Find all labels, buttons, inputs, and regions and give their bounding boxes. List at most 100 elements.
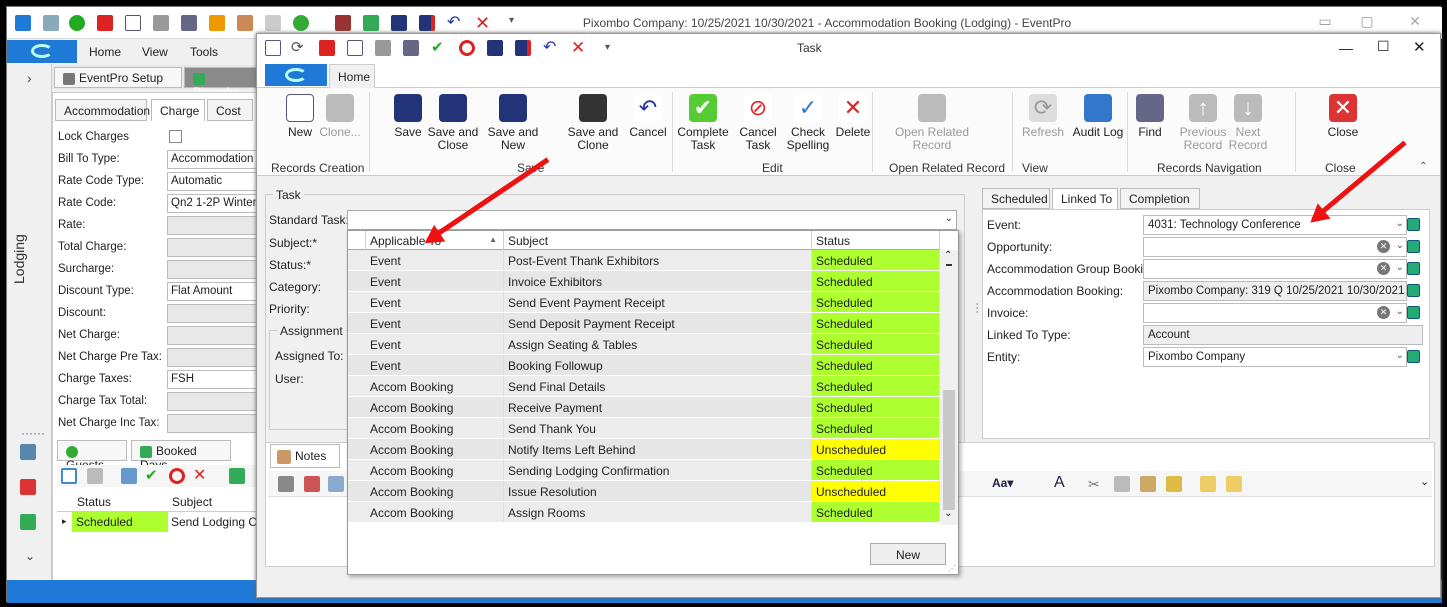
delete-x-icon[interactable]: ✕ — [571, 39, 587, 56]
font-color-icon[interactable]: A — [1054, 474, 1065, 492]
copy-icon[interactable] — [153, 15, 169, 31]
tab-notes[interactable]: Notes — [270, 444, 340, 468]
collapse-ribbon-icon[interactable]: ⌃ — [1419, 161, 1427, 172]
charge-field-value[interactable] — [167, 304, 267, 323]
column-status[interactable]: Status — [812, 231, 940, 250]
binoculars-icon[interactable] — [181, 15, 197, 31]
guest-grid-row[interactable]: ▸ Scheduled Send Lodging Con — [57, 512, 270, 532]
resize-grip-icon[interactable]: ⋰ — [948, 564, 956, 573]
edit-icon[interactable] — [121, 468, 137, 484]
charge-field-value[interactable] — [167, 216, 267, 235]
open-link-icon[interactable] — [1407, 284, 1420, 297]
paste-special-icon[interactable] — [1166, 476, 1182, 492]
refresh-icon[interactable]: ⟳ — [291, 40, 307, 56]
dropdown-scrollbar[interactable]: ⌃ ⌄ — [940, 250, 958, 525]
linked-field-value[interactable]: ⌄ ✕ — [1143, 259, 1407, 279]
scroll-top-icon[interactable] — [946, 264, 952, 270]
minimize-icon[interactable]: — — [1339, 40, 1353, 56]
export-icon[interactable] — [229, 468, 245, 484]
open-link-icon[interactable] — [1407, 262, 1420, 275]
delete-x-icon[interactable]: ✕ — [475, 14, 491, 32]
charge-field-value[interactable]: Flat Amount — [167, 282, 267, 301]
linked-field-value[interactable]: Account — [1143, 325, 1423, 345]
ribbon-button-save-new[interactable]: Save and New — [482, 94, 544, 152]
copy-icon[interactable] — [87, 468, 103, 484]
linked-field-value[interactable]: 4031: Technology Conference ⌄ — [1143, 215, 1407, 235]
cut-icon[interactable]: ✂ — [1088, 476, 1104, 492]
chevron-down-icon[interactable]: ⌄ — [945, 213, 953, 224]
font-icon[interactable] — [304, 476, 320, 492]
app-logo-icon[interactable] — [15, 15, 31, 31]
undo-icon[interactable]: ↶ — [543, 40, 559, 56]
save-icon[interactable] — [278, 476, 294, 492]
new-doc-icon[interactable] — [125, 15, 141, 31]
doc-tab-eventpro-setup[interactable]: EventPro Setup — [54, 67, 182, 88]
task-app-menu-button[interactable] — [265, 64, 327, 86]
dropdown-row[interactable]: Accom Booking Send Thank You Scheduled — [348, 418, 940, 439]
ribbon-button-undo[interactable]: ↶ Cancel — [617, 94, 679, 139]
splitter-dots[interactable]: ······ — [21, 426, 45, 440]
replace-icon[interactable] — [1226, 476, 1242, 492]
dropdown-row[interactable]: Event Booking Followup Scheduled — [348, 355, 940, 376]
linked-field-value[interactable]: ⌄ ✕ — [1143, 303, 1407, 323]
close-record-icon[interactable] — [97, 15, 113, 31]
font-size-icon[interactable]: Aa▾ — [992, 476, 1013, 490]
tab-view[interactable]: View — [142, 45, 168, 59]
chevron-down-icon[interactable]: ⌄ — [25, 549, 35, 563]
new-icon[interactable] — [61, 468, 77, 484]
subtab-accommodation[interactable]: Accommodation — [55, 99, 150, 121]
chevron-down-icon[interactable]: ⌄ — [1420, 475, 1429, 488]
find-icon[interactable] — [1200, 476, 1216, 492]
splitter-grip[interactable]: ··· — [971, 302, 985, 314]
scroll-down-icon[interactable]: ⌄ — [944, 508, 952, 519]
charge-field-value[interactable]: Accommodation Bo — [167, 150, 267, 169]
charge-field-value[interactable]: FSH — [167, 370, 267, 389]
linked-field-value[interactable]: Pixombo Company ⌄ — [1143, 347, 1407, 367]
subtab-charge[interactable]: Charge — [151, 99, 205, 121]
tab-booked-days[interactable]: Booked Days — [131, 440, 231, 472]
app-menu-button[interactable] — [7, 40, 77, 63]
handshake-icon[interactable] — [237, 15, 253, 31]
open-link-icon[interactable] — [1407, 240, 1420, 253]
tab-linked-to[interactable]: Linked To — [1052, 188, 1118, 209]
save-icon[interactable] — [391, 15, 407, 31]
binoculars-icon[interactable] — [403, 40, 419, 56]
tab-completion[interactable]: Completion — [1120, 188, 1200, 209]
charge-field-value[interactable] — [167, 326, 267, 345]
linked-field-value[interactable]: ⌄ ✕ — [1143, 237, 1407, 257]
tab-guests[interactable]: Guests — [57, 440, 127, 472]
new-doc-icon[interactable] — [265, 40, 281, 56]
ribbon-button-refresh[interactable]: ⟳ Refresh — [1012, 94, 1074, 139]
home-icon[interactable] — [20, 444, 36, 460]
chevron-right-icon[interactable]: › — [27, 70, 32, 86]
chevron-down-icon[interactable]: ⌄ — [1396, 306, 1404, 317]
clear-icon[interactable]: ✕ — [1377, 306, 1390, 319]
scroll-up-icon[interactable]: ⌃ — [944, 250, 952, 261]
dropdown-row[interactable]: Event Assign Seating & Tables Scheduled — [348, 334, 940, 355]
lock-charges-checkbox[interactable] — [169, 130, 182, 143]
cancel-circle-icon[interactable] — [169, 468, 185, 484]
ribbon-button-close[interactable]: ✕ Close — [1312, 94, 1374, 139]
check-icon[interactable]: ✔ — [145, 468, 161, 484]
scroll-thumb[interactable] — [943, 390, 955, 510]
new-icon[interactable] — [347, 40, 363, 56]
tab-scheduled[interactable]: Scheduled — [982, 188, 1050, 209]
clear-icon[interactable]: ✕ — [1377, 262, 1390, 275]
tab-home[interactable]: Home — [89, 45, 121, 59]
open-link-icon[interactable] — [1407, 306, 1420, 319]
pin-icon[interactable] — [20, 479, 36, 495]
charge-field-value[interactable] — [167, 348, 267, 367]
ribbon-button-clone[interactable]: Clone... — [309, 94, 371, 139]
qat-dropdown-icon[interactable]: ▾ — [509, 15, 525, 31]
dropdown-row[interactable]: Accom Booking Sending Lodging Confirmatio… — [348, 460, 940, 481]
charge-field-value[interactable] — [167, 414, 267, 433]
dropdown-row[interactable]: Event Invoice Exhibitors Scheduled — [348, 271, 940, 292]
minimize-icon[interactable]: ▢ — [1357, 13, 1377, 31]
dropdown-row[interactable]: Accom Booking Issue Resolution Unscheduled — [348, 481, 940, 502]
chevron-down-icon[interactable]: ⌄ — [1396, 218, 1404, 229]
chevron-down-icon[interactable]: ⌄ — [1396, 350, 1404, 361]
save-icon[interactable] — [487, 40, 503, 56]
linked-field-value[interactable]: Pixombo Company: 319 Q 10/25/2021 10/30/… — [1143, 281, 1407, 301]
dropdown-row[interactable]: Event Post-Event Thank Exhibitors Schedule… — [348, 250, 940, 271]
paint-icon[interactable] — [328, 476, 344, 492]
